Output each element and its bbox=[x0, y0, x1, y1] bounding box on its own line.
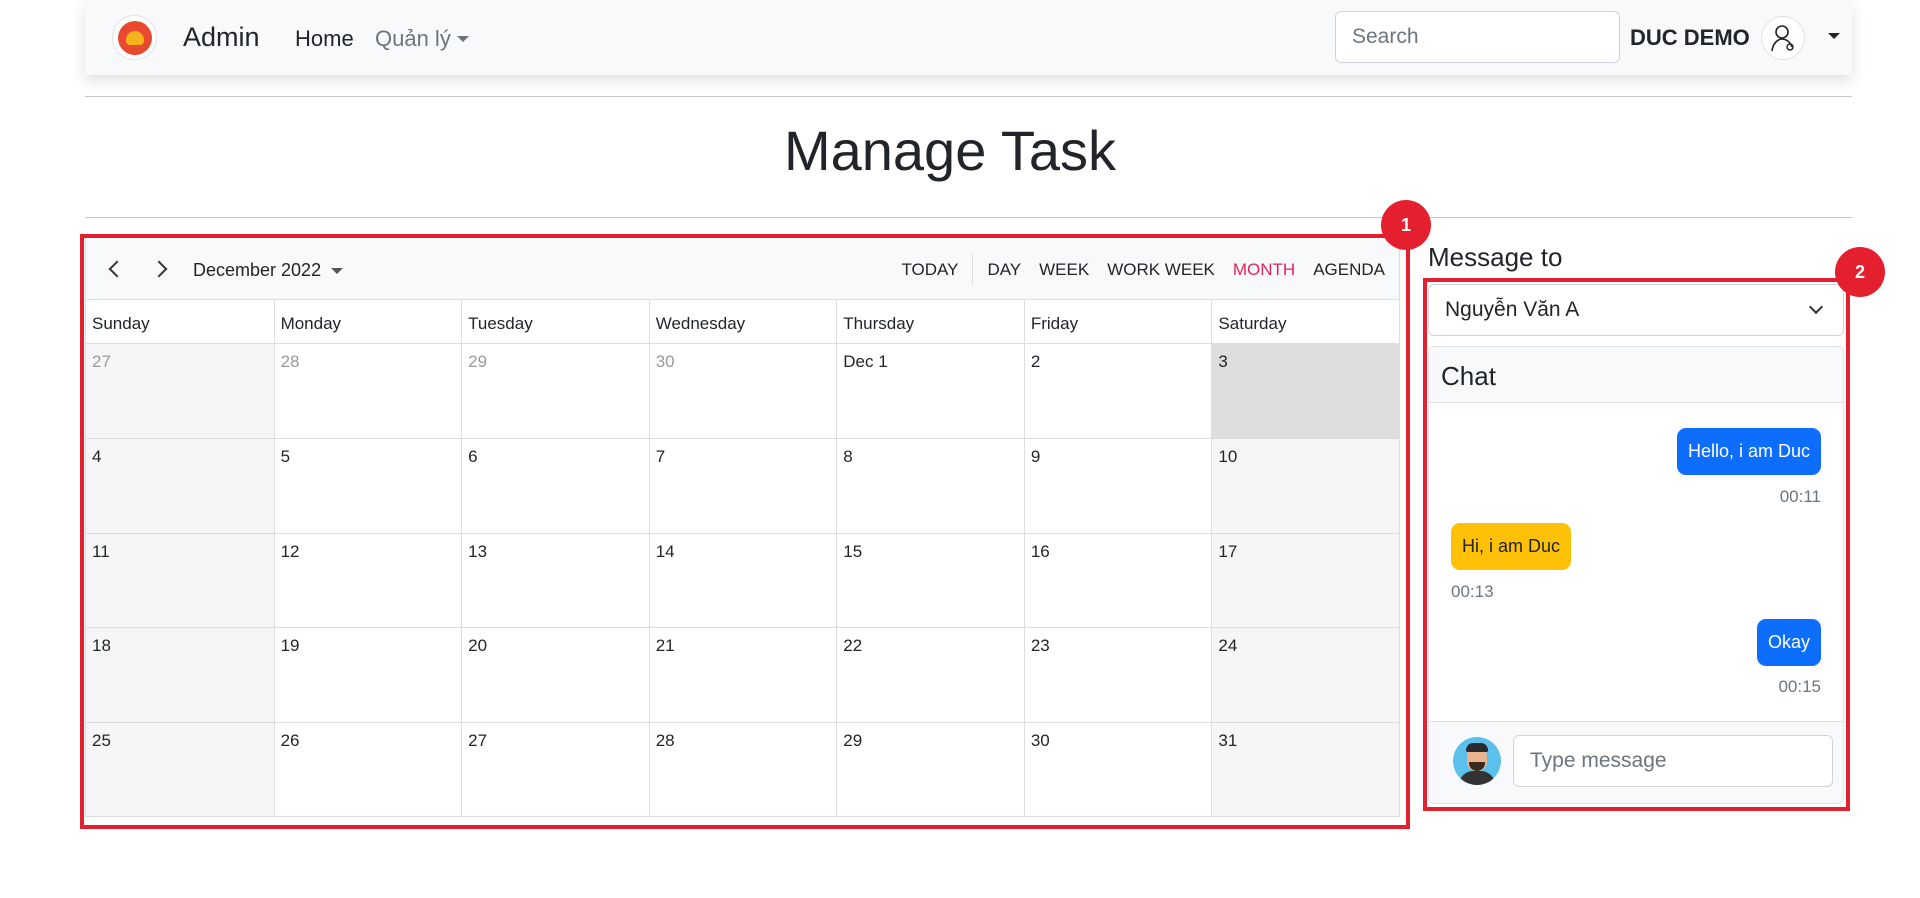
divider bbox=[85, 96, 1852, 97]
nav-link-home[interactable]: Home bbox=[295, 26, 354, 52]
nav-dropdown-manage[interactable]: Quản lý bbox=[375, 26, 469, 52]
message-to-label: Message to bbox=[1428, 242, 1563, 272]
divider bbox=[85, 217, 1852, 218]
user-name: DUC DEMO bbox=[1630, 25, 1750, 50]
user-avatar-icon[interactable] bbox=[1761, 16, 1805, 60]
annotation-badge-2: 2 bbox=[1835, 247, 1885, 297]
caret-down-icon bbox=[456, 36, 469, 42]
page-title: Manage Task bbox=[783, 119, 1117, 182]
annotation-badge-1: 1 bbox=[1381, 200, 1431, 250]
app-logo-icon[interactable] bbox=[112, 15, 157, 60]
top-navbar: Admin Home Quản lý DUC DEMO bbox=[85, 0, 1852, 75]
annotation-box-2 bbox=[1423, 278, 1850, 811]
annotation-box-1 bbox=[80, 234, 1410, 829]
brand-title[interactable]: Admin bbox=[183, 22, 260, 53]
nav-manage-label: Quản lý bbox=[375, 26, 451, 51]
user-menu-caret-icon[interactable] bbox=[1828, 33, 1840, 39]
search-input[interactable] bbox=[1335, 11, 1620, 63]
